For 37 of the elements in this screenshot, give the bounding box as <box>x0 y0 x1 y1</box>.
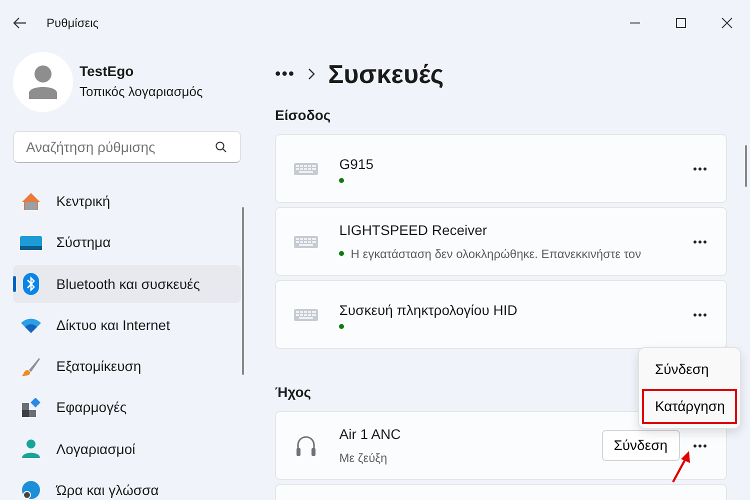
more-icon[interactable] <box>692 444 706 448</box>
device-status: Η εγκατάσταση δεν ολοκληρώθηκε. Επανεκκινήστε τον <box>350 246 642 263</box>
sidebar-item[interactable]: Ώρα και γλώσσα <box>13 471 241 500</box>
menu-item[interactable]: Κατάργηση <box>642 389 737 424</box>
monitor-icon <box>19 236 44 250</box>
more-icon[interactable] <box>692 240 706 244</box>
search-icon <box>215 141 227 153</box>
arrow-annotation <box>671 450 693 484</box>
scrollbar[interactable] <box>242 207 244 375</box>
window-title: Ρυθμίσεις <box>46 14 99 32</box>
more-icon[interactable] <box>692 312 706 316</box>
page-title: Συσκευές <box>328 58 444 90</box>
sidebar-item[interactable]: Εφαρμογές <box>13 388 241 427</box>
device-name: Συσκευή πληκτρολογίου HID <box>339 300 518 320</box>
profile-name: TestEgo <box>80 62 135 82</box>
scrollbar[interactable] <box>745 145 747 187</box>
device-name: Air 1 ANC <box>339 425 402 444</box>
back-icon[interactable] <box>13 16 27 28</box>
chevron-icon <box>308 68 316 80</box>
sidebar-item[interactable]: Εξατομίκευση <box>13 348 241 386</box>
sidebar-item[interactable]: Bluetooth και συσκευές <box>13 265 241 303</box>
more-button[interactable]: ••• <box>275 62 296 86</box>
section-heading: Ήχος <box>275 383 312 402</box>
wifi-icon <box>19 317 44 334</box>
sidebar-item[interactable]: Κεντρική <box>13 182 241 220</box>
search-field[interactable]: Αναζήτηση ρύθμισης <box>13 131 241 163</box>
account-type: Τοπικός λογαριασμός <box>80 83 203 102</box>
menu-item[interactable]: Σύνδεση <box>642 352 737 387</box>
section-heading: Είσοδος <box>275 106 332 125</box>
sidebar-item[interactable]: Δίκτυο και Internet <box>13 306 241 344</box>
device-name: G915 <box>339 154 374 174</box>
sidebar-item[interactable]: Σύστημα <box>13 224 241 262</box>
connect-button[interactable]: Σύνδεση <box>602 430 680 461</box>
more-icon[interactable] <box>692 166 706 170</box>
device-name: LIGHTSPEED Receiver <box>339 221 488 240</box>
sidebar-item[interactable]: Λογαριασμοί <box>13 430 241 468</box>
device-status: Με ζεύξη <box>339 450 388 467</box>
